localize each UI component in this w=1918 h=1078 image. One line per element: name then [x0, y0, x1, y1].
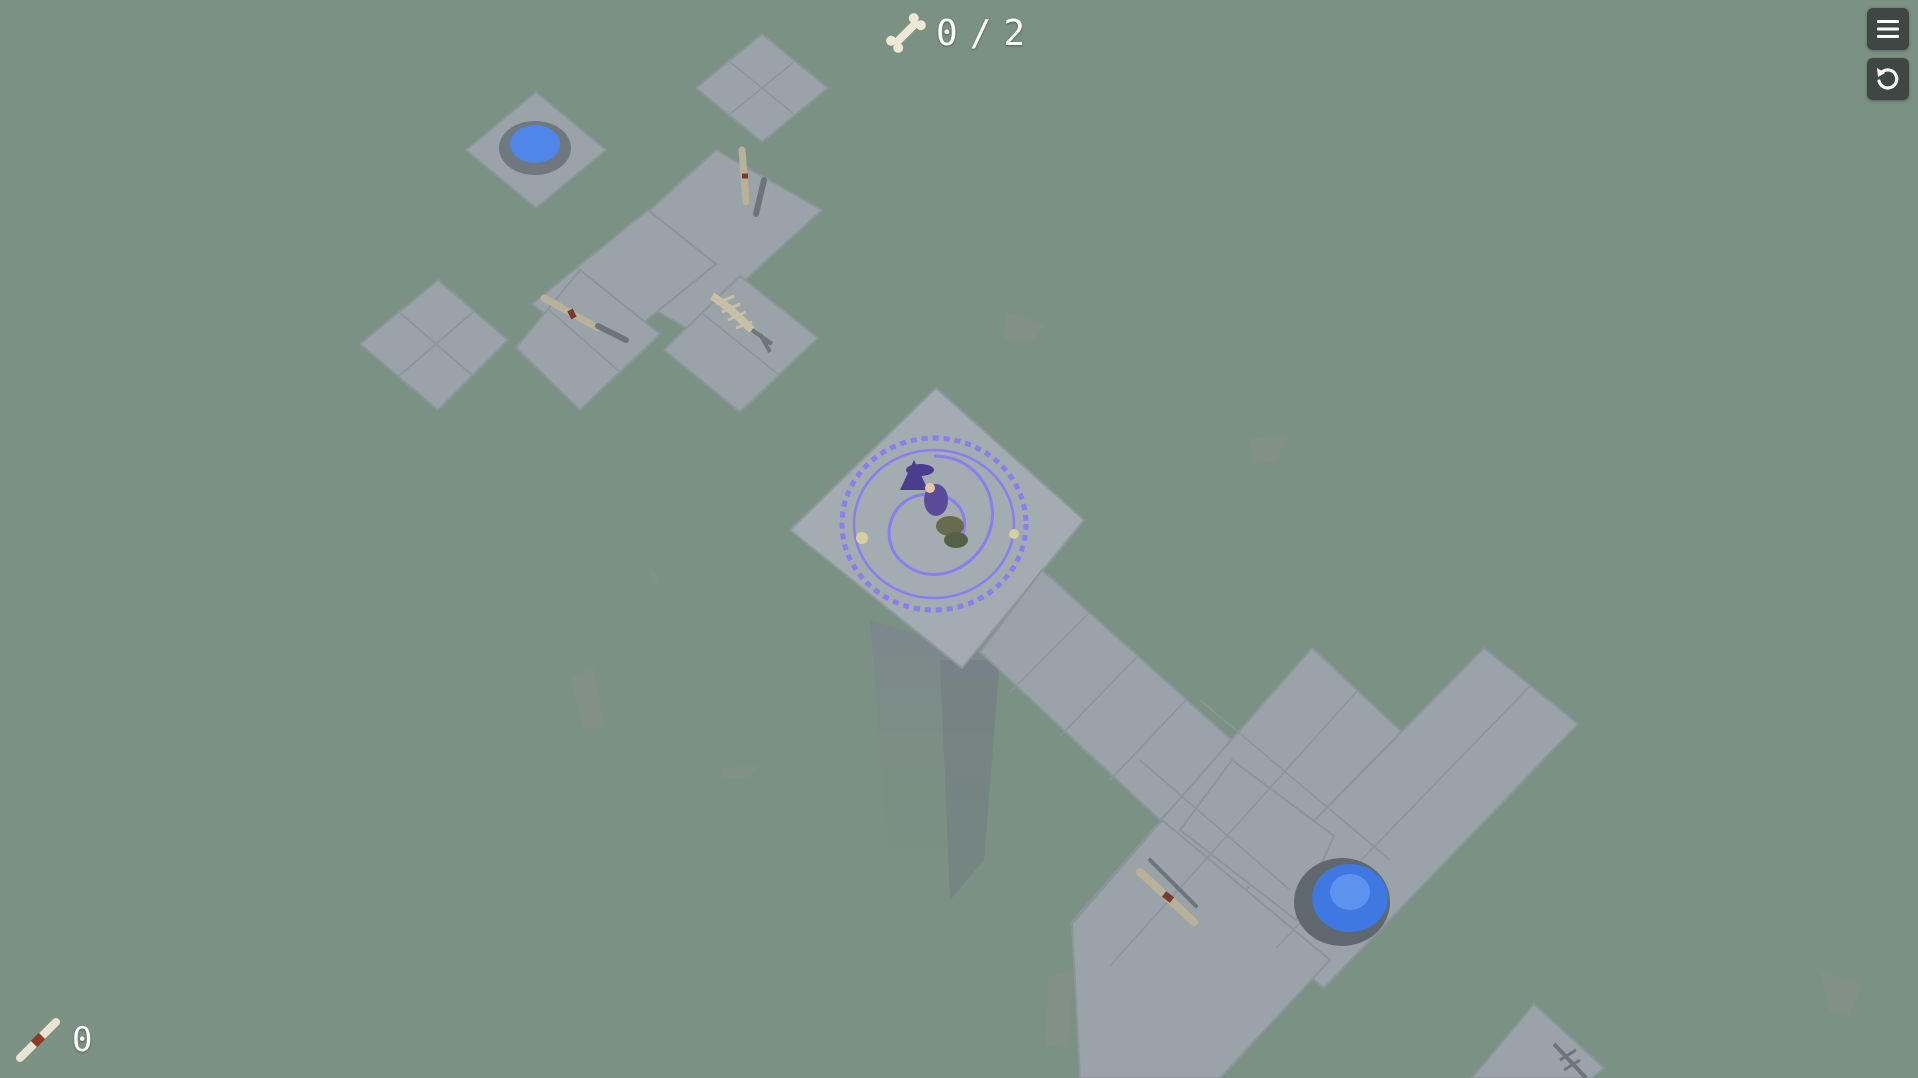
restart-button[interactable] — [1867, 58, 1909, 100]
game-world[interactable] — [0, 0, 1918, 1078]
hamburger-menu-icon — [1877, 20, 1899, 38]
blue-pressure-plate-south[interactable] — [1294, 858, 1390, 946]
bones-collected: 0 — [936, 12, 964, 54]
lower-right-platform — [978, 568, 1606, 1078]
bone-counter: 0 / 2 — [882, 10, 1031, 56]
scrolls-count: 0 — [72, 1020, 93, 1060]
bones-separator: / — [969, 12, 998, 54]
central-pillar — [870, 620, 1000, 900]
bone-icon — [886, 13, 926, 53]
restart-icon — [1877, 68, 1899, 90]
blue-pressure-plate-north[interactable] — [499, 121, 571, 175]
upper-left-platform — [358, 32, 830, 414]
scroll-counter: 0 — [14, 1016, 92, 1064]
menu-button[interactable] — [1867, 8, 1909, 50]
bones-total: 2 — [1003, 12, 1032, 54]
scroll-icon — [16, 1018, 60, 1062]
